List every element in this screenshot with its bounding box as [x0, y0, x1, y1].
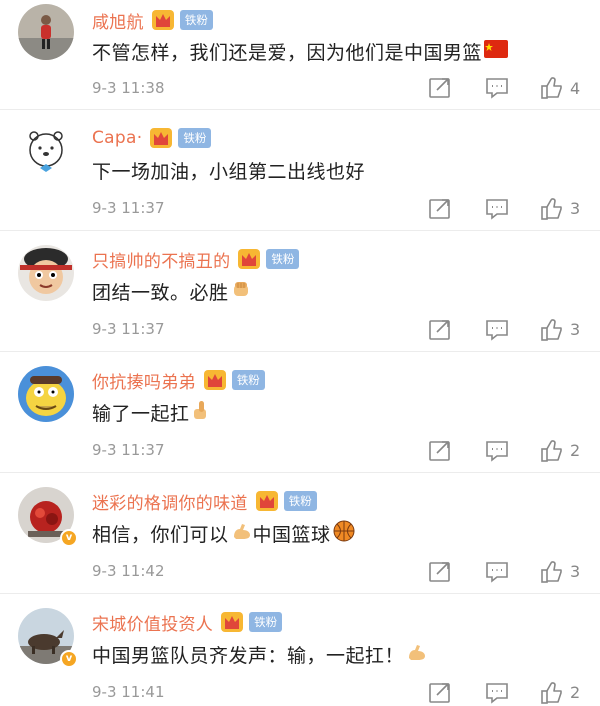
forward-icon[interactable] [428, 318, 452, 342]
avatar[interactable] [18, 366, 74, 422]
comment-body: 不管怎样，我们还是爱，因为他们是中国男篮 [92, 42, 483, 64]
comment-icon[interactable] [485, 318, 509, 342]
crown-icon [151, 9, 175, 31]
comment-body: 相信，你们可以 [92, 524, 229, 546]
comment-icon[interactable] [485, 76, 509, 100]
muscle-emoji-icon [231, 521, 253, 546]
forward-icon[interactable] [428, 681, 452, 705]
fan-badge: 铁粉 [249, 612, 283, 632]
comment-text: 下一场加油，小组第二出线也好 [92, 157, 365, 184]
username[interactable]: 只搞帅的不搞丑的 [92, 247, 230, 272]
forward-icon[interactable] [428, 439, 452, 463]
username[interactable]: 宋城价值投资人 [92, 610, 213, 635]
fan-badge: 铁粉 [283, 491, 317, 511]
username-row: 迷彩的格调你的味道 铁粉 [92, 487, 317, 515]
crown-icon [255, 490, 279, 512]
muscle-emoji-icon [406, 642, 428, 667]
comment-time: 9-3 11:37 [92, 320, 165, 338]
fist-emoji-icon [231, 279, 251, 304]
username-row: 只搞帅的不搞丑的 铁粉 [92, 245, 300, 273]
username-row: Capa· 铁粉 [92, 124, 212, 152]
basketball-emoji-icon [333, 520, 355, 547]
fan-badge: 铁粉 [231, 370, 265, 390]
comment-text: 输了一起扛 [92, 399, 210, 426]
like-count: 3 [570, 199, 581, 218]
comment-item: 咸旭航 铁粉 不管怎样，我们还是爱，因为他们是中国男篮 9-3 11:38 4 [0, 0, 600, 110]
verified-badge: v [60, 650, 78, 668]
thumb-up-icon[interactable] [540, 439, 564, 463]
comment-text: 团结一致。必胜 [92, 278, 251, 305]
forward-icon[interactable] [428, 560, 452, 584]
comment-icon[interactable] [485, 560, 509, 584]
comment-item: 你抗揍吗弟弟 铁粉 输了一起扛 9-3 11:37 2 [0, 352, 600, 473]
avatar[interactable] [18, 124, 74, 180]
username[interactable]: 迷彩的格调你的味道 [92, 489, 248, 514]
comment-text: 中国男篮队员齐发声：输，一起扛！ [92, 641, 428, 668]
username-row: 咸旭航 铁粉 [92, 6, 213, 34]
comment-item: v 迷彩的格调你的味道 铁粉 相信，你们可以 中国篮球 9-3 11:42 3 [0, 473, 600, 594]
comment-icon[interactable] [485, 197, 509, 221]
like-count: 3 [570, 562, 581, 581]
comment-time: 9-3 11:41 [92, 683, 165, 701]
comment-text: 相信，你们可以 中国篮球 [92, 520, 355, 547]
comment-text: 不管怎样，我们还是爱，因为他们是中国男篮 [92, 38, 509, 65]
fan-badge: 铁粉 [179, 10, 213, 30]
comment-time: 9-3 11:37 [92, 199, 165, 217]
comment-body: 团结一致。必胜 [92, 282, 229, 304]
comment-item: Capa· 铁粉 下一场加油，小组第二出线也好 9-3 11:37 3 [0, 110, 600, 231]
comment-item: v 宋城价值投资人 铁粉 中国男篮队员齐发声：输，一起扛！ 9-3 11:41 … [0, 594, 600, 706]
crown-icon [220, 611, 244, 633]
like-count: 2 [570, 441, 581, 460]
comment-body: 下一场加油，小组第二出线也好 [92, 161, 366, 183]
comment-item: 只搞帅的不搞丑的 铁粉 团结一致。必胜 9-3 11:37 3 [0, 231, 600, 352]
comment-icon[interactable] [485, 439, 509, 463]
verified-badge: v [60, 529, 78, 547]
comment-time: 9-3 11:38 [92, 79, 165, 97]
like-count: 4 [570, 79, 581, 98]
username-row: 宋城价值投资人 铁粉 [92, 608, 283, 636]
like-count: 3 [570, 320, 581, 339]
fan-badge: 铁粉 [266, 249, 300, 269]
comment-body: 中国男篮队员齐发声：输，一起扛！ [92, 645, 405, 667]
username-row: 你抗揍吗弟弟 铁粉 [92, 366, 265, 394]
forward-icon[interactable] [428, 197, 452, 221]
comment-time: 9-3 11:42 [92, 562, 165, 580]
crown-icon [203, 369, 227, 391]
username[interactable]: 你抗揍吗弟弟 [92, 368, 196, 393]
avatar[interactable] [18, 4, 74, 60]
like-count: 2 [570, 683, 581, 702]
fan-badge: 铁粉 [178, 128, 212, 148]
china-flag-icon [484, 40, 509, 63]
thumb-up-icon[interactable] [540, 318, 564, 342]
comment-body-2: 中国篮球 [252, 524, 331, 546]
thumbs-up-emoji-icon [192, 400, 210, 425]
comment-time: 9-3 11:37 [92, 441, 165, 459]
thumb-up-icon[interactable] [540, 197, 564, 221]
thumb-up-icon[interactable] [540, 76, 564, 100]
comment-icon[interactable] [485, 681, 509, 705]
crown-icon [149, 127, 173, 149]
username[interactable]: 咸旭航 [92, 8, 144, 33]
forward-icon[interactable] [428, 76, 452, 100]
comment-feed: 咸旭航 铁粉 不管怎样，我们还是爱，因为他们是中国男篮 9-3 11:38 4 … [0, 0, 600, 706]
username[interactable]: Capa· [92, 128, 142, 148]
thumb-up-icon[interactable] [540, 681, 564, 705]
avatar[interactable] [18, 245, 74, 301]
comment-body: 输了一起扛 [92, 403, 190, 425]
crown-icon [237, 248, 261, 270]
thumb-up-icon[interactable] [540, 560, 564, 584]
